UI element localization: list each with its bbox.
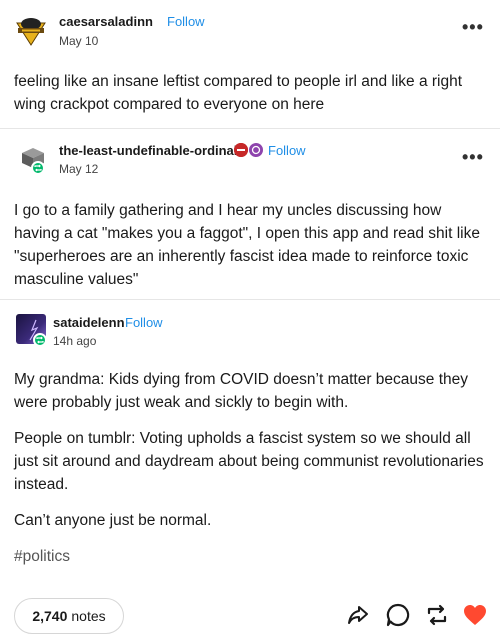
post-2-date[interactable]: May 12	[59, 162, 98, 176]
divider	[0, 128, 500, 129]
post-2-body: I go to a family gathering and I hear my…	[14, 202, 480, 288]
post-3-paragraph: Can’t anyone just be normal.	[14, 512, 212, 529]
reply-icon[interactable]	[385, 602, 411, 628]
share-icon[interactable]	[345, 602, 371, 628]
post-1-body: feeling like an insane leftist compared …	[14, 73, 463, 113]
post-3-paragraph: People on tumblr: Voting upholds a fasci…	[14, 430, 484, 493]
post-2-follow-button[interactable]: Follow	[268, 143, 306, 158]
reblog-badge-icon	[31, 161, 45, 175]
post-1-follow-button[interactable]: Follow	[167, 14, 205, 29]
purple-emoji-icon	[249, 143, 263, 157]
post-2-username[interactable]: the-least-undefinable-ordinal	[59, 143, 237, 158]
divider	[0, 299, 500, 300]
post-3-follow-button[interactable]: Follow	[125, 315, 163, 330]
reblog-badge-icon	[33, 333, 47, 347]
red-emoji-icon	[234, 143, 248, 157]
reblog-icon[interactable]	[424, 602, 450, 628]
post-3-paragraph: My grandma: Kids dying from COVID doesn’…	[14, 371, 469, 411]
notes-button[interactable]: 2,740 notes	[14, 598, 124, 634]
avatar-caesarsaladinn[interactable]	[14, 14, 48, 48]
post-3-username[interactable]: sataidelenn	[53, 315, 125, 330]
notes-count: 2,740	[32, 608, 68, 624]
post-3-date[interactable]: 14h ago	[53, 334, 96, 348]
post-1-username[interactable]: caesarsaladinn	[59, 14, 153, 29]
notes-label: notes	[71, 608, 106, 624]
more-icon[interactable]: •••	[462, 18, 484, 36]
post-1-date[interactable]: May 10	[59, 34, 98, 48]
more-icon[interactable]: •••	[462, 148, 484, 166]
post-3-tag[interactable]: #politics	[14, 545, 70, 568]
like-icon[interactable]	[462, 602, 488, 628]
